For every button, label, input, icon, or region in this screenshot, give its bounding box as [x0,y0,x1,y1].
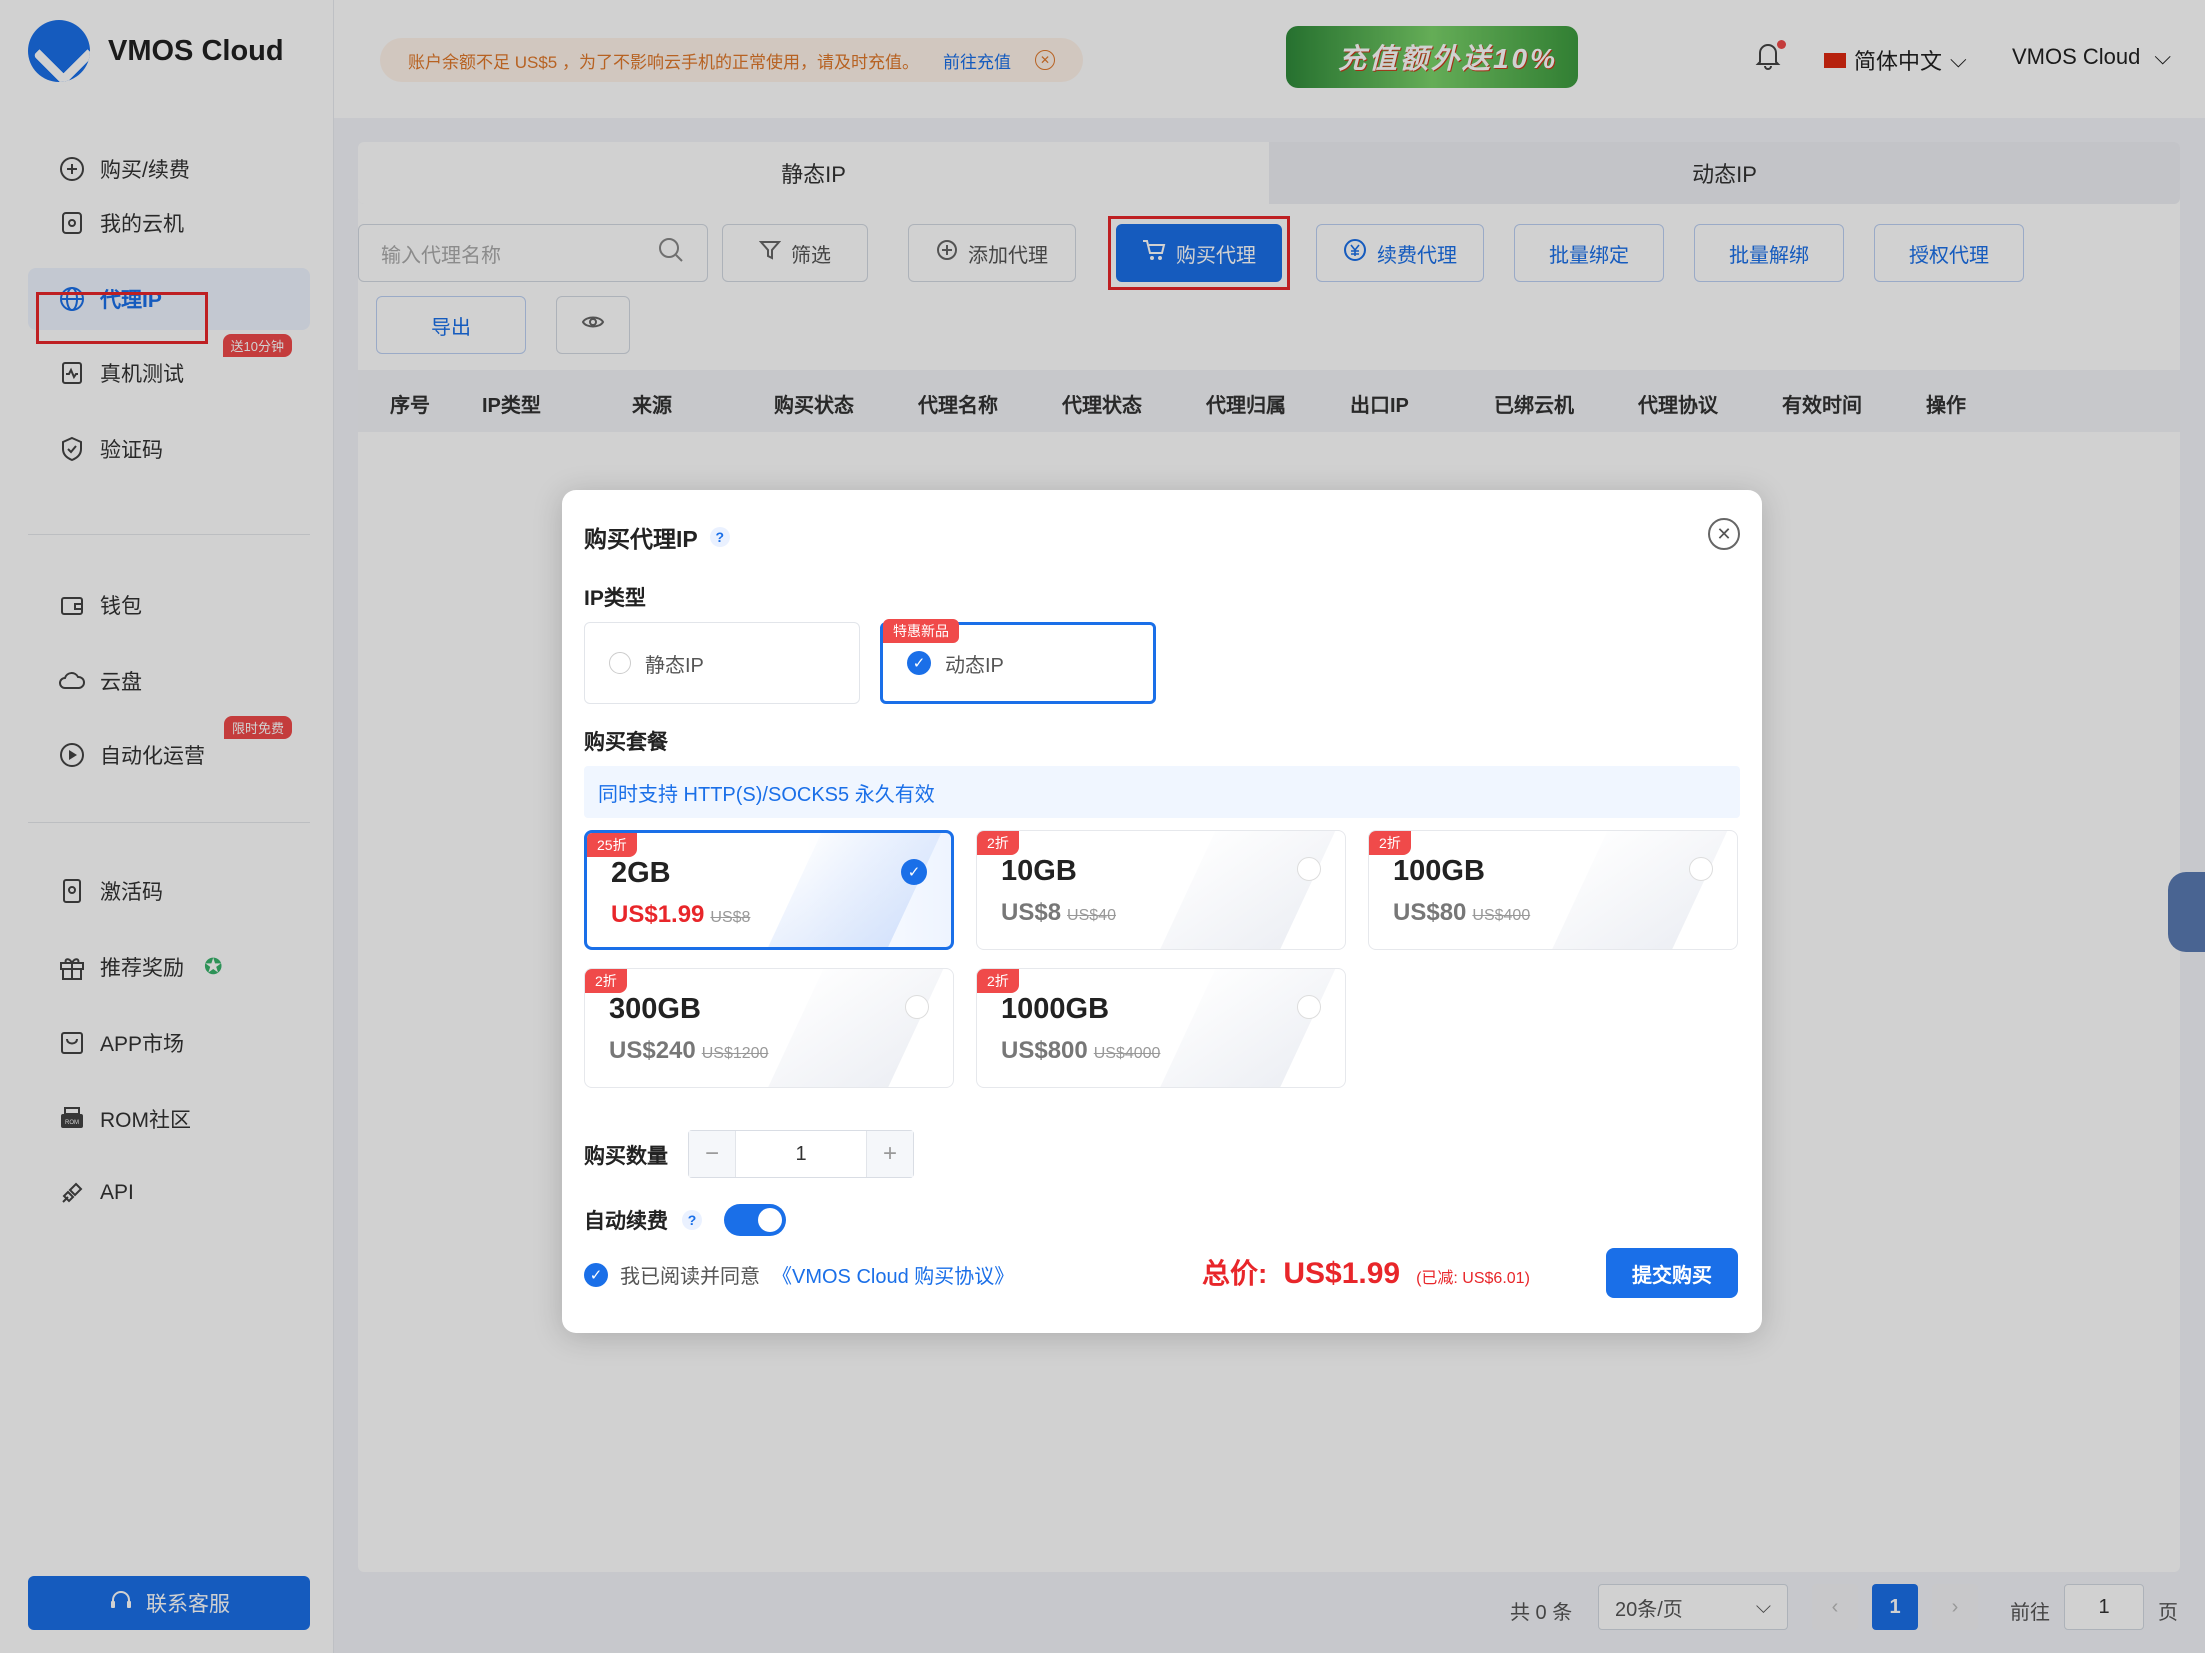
dialog-title: 购买代理IP ? [584,520,730,554]
discount-badge: 2折 [585,969,627,993]
package-label: 购买套餐 [584,731,668,754]
discount-badge: 2折 [1369,831,1411,855]
radio-unchecked-icon [1297,995,1321,1019]
price-value: US$800 [1001,1037,1088,1064]
quantity-stepper: − 1 + [688,1130,914,1178]
ip-type-label-text: 静态IP [645,654,704,677]
package-size: 300GB [609,993,701,1025]
ip-type-option-static[interactable]: 静态IP [584,622,860,704]
price-value: US$8 [1001,899,1062,926]
package-option-10gb[interactable]: 2折 10GB US$8 US$40 [976,830,1346,950]
radio-unchecked-icon [1297,857,1321,881]
package-size: 100GB [1393,855,1485,887]
package-size: 1000GB [1001,993,1110,1025]
price-value: US$80 [1393,899,1467,926]
original-price: US$400 [1472,907,1531,924]
total-price: 总价: US$1.99 (已减: US$6.01) [1202,1252,1530,1292]
help-icon[interactable]: ? [709,527,730,547]
radio-unchecked-icon [609,652,631,674]
help-icon[interactable]: ? [682,1210,702,1230]
package-price: US$8 US$40 [1001,899,1116,927]
submit-purchase-button[interactable]: 提交购买 [1606,1248,1738,1298]
package-price: US$240 US$1200 [609,1037,768,1065]
package-option-100gb[interactable]: 2折 100GB US$80 US$400 [1368,830,1738,950]
discount-badge: 25折 [587,833,637,857]
agreement-checkbox[interactable]: ✓ [584,1262,608,1287]
radio-unchecked-icon [1689,857,1713,881]
total-label: 总价: [1202,1258,1268,1289]
quantity-input[interactable]: 1 [735,1131,867,1177]
package-option-300gb[interactable]: 2折 300GB US$240 US$1200 [584,968,954,1088]
package-option-1000gb[interactable]: 2折 1000GB US$800 US$4000 [976,968,1346,1088]
ip-type-label-text: 动态IP [945,654,1004,677]
original-price: US$8 [710,909,751,926]
discount-badge: 2折 [977,969,1019,993]
close-dialog-button[interactable]: ✕ [1708,518,1740,550]
check-circle-icon: ✓ [907,651,931,675]
auto-renew-label: 自动续费 [584,1210,668,1233]
agreement-text: 我已阅读并同意 [620,1266,760,1288]
original-price: US$40 [1067,907,1116,924]
agreement-row: ✓ 我已阅读并同意 《VMOS Cloud 购买协议》 [584,1260,1014,1289]
check-circle-icon: ✓ [901,859,927,885]
new-product-badge: 特惠新品 [883,619,959,643]
package-price: US$800 US$4000 [1001,1037,1160,1065]
package-info-banner: 同时支持 HTTP(S)/SOCKS5 永久有效 [584,766,1740,818]
package-option-2gb[interactable]: 25折 2GB US$1.99 US$8 ✓ [584,830,954,950]
decrement-button[interactable]: − [689,1131,735,1177]
package-size: 10GB [1001,855,1077,887]
package-price: US$80 US$400 [1393,899,1530,927]
discount-badge: 2折 [977,831,1019,855]
saved-amount: (已减: US$6.01) [1416,1270,1530,1287]
agreement-link[interactable]: 《VMOS Cloud 购买协议》 [772,1260,1014,1289]
ip-type-label: IP类型 [584,587,646,610]
increment-button[interactable]: + [867,1131,913,1177]
radio-unchecked-icon [905,995,929,1019]
package-price: US$1.99 US$8 [611,901,750,929]
original-price: US$4000 [1093,1045,1161,1062]
original-price: US$1200 [701,1045,769,1062]
buy-proxy-dialog: 购买代理IP ? ✕ IP类型 静态IP 特惠新品 ✓ 动态IP 购买套餐 同时… [562,490,1762,1333]
price-value: US$240 [609,1037,696,1064]
auto-renew-toggle[interactable] [724,1204,786,1236]
auto-renew-row: 自动续费 ? [584,1204,786,1236]
package-size: 2GB [611,857,671,889]
ip-type-option-dynamic[interactable]: 特惠新品 ✓ 动态IP [880,619,1156,704]
price-value: US$1.99 [611,901,705,928]
total-value: US$1.99 [1283,1257,1401,1290]
dialog-title-text: 购买代理IP [584,526,698,552]
quantity-label: 购买数量 [584,1145,668,1168]
